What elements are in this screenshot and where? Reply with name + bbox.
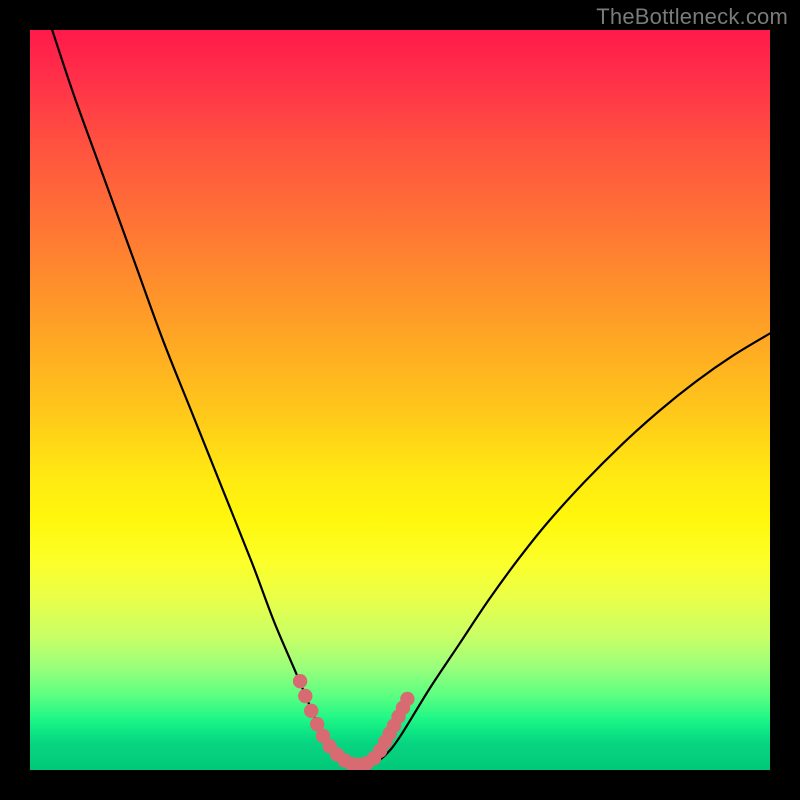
optimal-band-markers	[293, 674, 415, 770]
chart-svg	[30, 30, 770, 770]
plot-area	[30, 30, 770, 770]
optimal-marker	[400, 692, 414, 706]
optimal-marker	[304, 704, 318, 718]
optimal-marker	[293, 674, 307, 688]
chart-frame: TheBottleneck.com	[0, 0, 800, 800]
watermark-text: TheBottleneck.com	[596, 4, 788, 30]
optimal-marker	[298, 689, 312, 703]
bottleneck-curve	[52, 30, 770, 766]
